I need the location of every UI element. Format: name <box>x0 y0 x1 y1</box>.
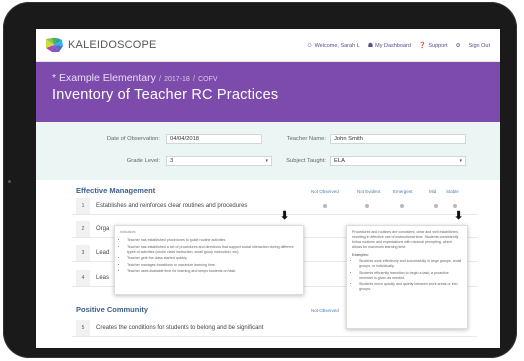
row-text: Establishes and reinforces clear routine… <box>96 203 248 209</box>
page-header: * Example Elementary/2017-18/COFV Invent… <box>36 62 500 122</box>
subject-value: ELA <box>334 158 345 164</box>
chevron-down-icon: ▾ <box>459 158 462 164</box>
support-link[interactable]: ❓ Support <box>419 42 448 49</box>
support-text: Support <box>428 43 448 49</box>
app-screen: KALEIDOSCOPE ☺ Welcome, Sarah L ☗ My Dashb… <box>36 29 500 348</box>
section-title-management: Effective Management <box>76 186 156 195</box>
row-number: 1 <box>76 198 90 214</box>
indicators-title: Indicators <box>120 230 136 234</box>
col-stable: Stable <box>446 189 459 194</box>
stable-description: Procedures and routines are consistent, … <box>352 230 459 249</box>
nav-links: ☺ Welcome, Sarah L ☗ My Dashboard ❓ Support… <box>306 29 490 62</box>
date-field[interactable]: 04/04/2018 <box>166 134 262 144</box>
list-item: Teacher gets the class started quickly. <box>127 256 298 261</box>
teacher-label: Teacher Name: <box>286 136 326 142</box>
breadcrumb-separator: / <box>158 74 162 83</box>
rating-radio[interactable] <box>400 204 404 208</box>
arrow-down-icon: ⬇ <box>280 210 290 222</box>
col-emergent: Emergent <box>393 189 413 194</box>
subject-label: Subject Taught: <box>286 158 326 164</box>
subject-select[interactable]: ELA ▾ <box>330 156 466 166</box>
list-item: Students efficiently transition to begin… <box>359 271 462 281</box>
top-nav: KALEIDOSCOPE ☺ Welcome, Sarah L ☗ My Dashb… <box>36 29 500 62</box>
row-number: 2 <box>76 221 90 237</box>
list-item: Teacher has established a set of procedu… <box>127 245 298 255</box>
col-not-evident: Not Evident <box>357 189 381 194</box>
col-not-observed: Not Observed <box>311 308 339 313</box>
rating-radio[interactable] <box>365 204 369 208</box>
breadcrumb-separator: / <box>192 74 196 83</box>
grade-select[interactable]: 3 ▾ <box>166 156 272 166</box>
date-value: 04/04/2018 <box>170 136 200 142</box>
breadcrumb-code[interactable]: COFV <box>198 76 217 83</box>
logo[interactable]: KALEIDOSCOPE <box>44 37 157 53</box>
kaleidoscope-logo-icon <box>46 38 63 52</box>
col-not-observed: Not Observed <box>311 189 339 194</box>
dashboard-icon: ☗ <box>367 43 374 49</box>
settings-icon[interactable]: ⚙ <box>456 43 461 49</box>
row-text: Lead <box>96 250 110 256</box>
observation-form: Date of Observation: 04/04/2018 Teacher … <box>36 122 500 180</box>
list-item: Students move quickly and quietly betwee… <box>359 282 462 292</box>
list-item: Teacher manages transitions to maximize … <box>127 263 298 268</box>
dashboard-text: My Dashboard <box>375 43 411 49</box>
tablet-frame: KALEIDOSCOPE ☺ Welcome, Sarah L ☗ My Dashb… <box>3 2 517 358</box>
row-text: Creates the conditions for students to b… <box>96 325 264 331</box>
question-icon: ❓ <box>418 43 427 49</box>
page-title: Inventory of Teacher RC Practices <box>52 87 279 103</box>
row-number: 4 <box>76 270 90 286</box>
camera-dot <box>8 180 11 183</box>
row-number: 3 <box>76 245 90 261</box>
grade-label: Grade Level: <box>126 158 160 164</box>
arrow-down-icon: ⬇ <box>454 210 464 222</box>
col-mid: Mid <box>429 189 437 194</box>
teacher-name-field[interactable]: John Smith <box>330 134 466 144</box>
breadcrumb: * Example Elementary/2017-18/COFV <box>52 72 486 84</box>
list-item: Teacher uses available time for learning… <box>127 269 298 274</box>
list-item: Teacher has established procedures to gu… <box>127 238 298 243</box>
user-icon: ☺ <box>306 42 313 49</box>
section-title-community: Positive Community <box>76 305 149 314</box>
welcome-link[interactable]: ☺ Welcome, Sarah L <box>306 43 359 49</box>
stable-description-popover: Procedures and routines are consistent, … <box>346 225 468 329</box>
rating-radio[interactable] <box>323 204 327 208</box>
dashboard-link[interactable]: ☗ My Dashboard <box>368 42 411 49</box>
brand-name: KALEIDOSCOPE <box>68 39 157 51</box>
signout-link[interactable]: Sign Out <box>469 43 490 49</box>
date-label: Date of Observation: <box>106 136 160 142</box>
teacher-value: John Smith <box>334 136 363 142</box>
examples-label: Examples: <box>352 253 369 257</box>
breadcrumb-school[interactable]: * Example Elementary <box>52 72 156 84</box>
list-item: Students work effectively and successful… <box>359 259 462 269</box>
indicators-popover: Indicators Teacher has established proce… <box>114 225 304 295</box>
examples-list: Students work effectively and successful… <box>352 259 462 292</box>
row-text: Leas <box>96 275 110 281</box>
indicators-list: Teacher has established procedures to gu… <box>120 238 298 274</box>
row-number: 5 <box>76 320 90 336</box>
breadcrumb-year[interactable]: 2017-18 <box>164 76 190 83</box>
rating-radio[interactable] <box>434 204 438 208</box>
rating-radio[interactable] <box>453 204 457 208</box>
table-row: 1 Establishes and reinforces clear routi… <box>72 198 477 215</box>
grade-value: 3 <box>170 158 174 164</box>
row-text: Orga <box>96 226 110 232</box>
welcome-text: Welcome, Sarah L <box>314 42 360 49</box>
